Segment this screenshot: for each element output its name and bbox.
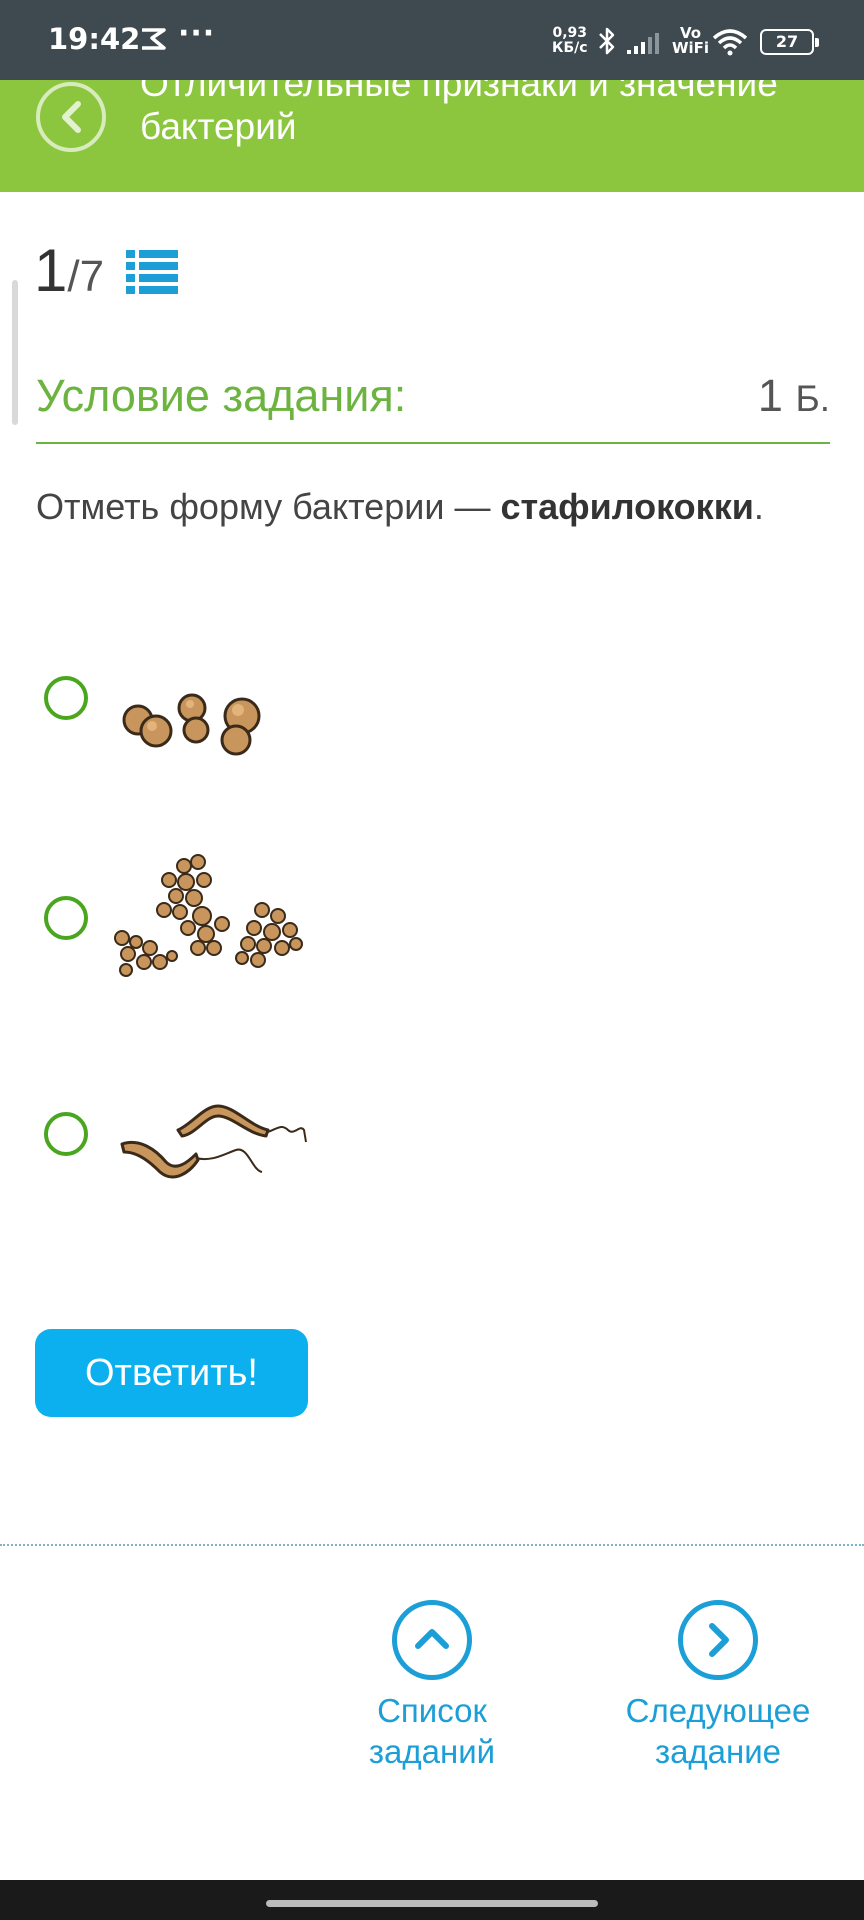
- chevron-right-icon: [709, 1623, 729, 1657]
- points-value: 1: [757, 370, 783, 421]
- chevron-up-icon: [415, 1629, 449, 1649]
- network-speed: 0,93 КБ/с: [552, 26, 588, 56]
- question-suffix: .: [753, 486, 764, 527]
- points-unit: Б.: [795, 378, 830, 419]
- status-time: 19:42: [48, 22, 141, 56]
- task-list-label: Список заданий: [332, 1690, 532, 1772]
- answer-option-3[interactable]: [36, 1090, 356, 1200]
- radio-button[interactable]: [44, 676, 88, 720]
- scroll-indicator: [12, 280, 18, 425]
- condition-header: Условие задания: 1 Б.: [36, 370, 830, 444]
- system-navigation-bar: [0, 1880, 864, 1920]
- spirilla-image: [120, 1104, 307, 1179]
- question-text: Отметь форму бактерии — стафилококки.: [36, 486, 764, 528]
- task-list-line2: заданий: [368, 1733, 496, 1770]
- answer-option-2[interactable]: [36, 850, 356, 980]
- status-more-dots: ···: [178, 16, 216, 51]
- answer-option-1[interactable]: [36, 660, 356, 760]
- wifi-icon: [712, 29, 748, 56]
- progress-current: 1: [34, 237, 68, 304]
- bluetooth-icon: [599, 27, 615, 55]
- next-task-label: Следующее задание: [618, 1690, 818, 1772]
- chevron-left-icon: [62, 101, 81, 133]
- task-progress: 1/7: [34, 236, 104, 305]
- progress-separator: /: [67, 252, 80, 301]
- vowifi-line2: WiFi: [672, 39, 710, 57]
- progress-total: 7: [79, 252, 105, 301]
- next-task-button[interactable]: Следующее задание: [618, 1600, 818, 1772]
- condition-label: Условие задания:: [36, 370, 407, 421]
- page-title: Отличительные признаки и значение бактер…: [140, 80, 778, 147]
- task-points: 1 Б.: [758, 370, 830, 422]
- question-prefix: Отметь форму бактерии —: [36, 486, 501, 527]
- task-list-button[interactable]: Список заданий: [332, 1600, 532, 1772]
- footer-divider: [0, 1544, 864, 1546]
- app-header: Отличительные признаки и значение бактер…: [0, 80, 864, 192]
- home-indicator[interactable]: [266, 1900, 598, 1907]
- status-bar: 19:42 ··· 0,93 КБ/с Vo WiFi 27: [0, 0, 864, 80]
- list-icon[interactable]: [126, 248, 178, 294]
- radio-button[interactable]: [44, 896, 88, 940]
- task-list-line1: Список: [377, 1692, 487, 1729]
- notification-icon: [142, 28, 166, 50]
- answer-button[interactable]: Ответить!: [35, 1329, 308, 1417]
- staphylococci-image: [114, 854, 303, 977]
- next-task-line1: Следующее: [625, 1692, 811, 1729]
- battery-icon: 27: [760, 29, 819, 55]
- chevron-right-circle-icon: [678, 1600, 758, 1680]
- back-button[interactable]: [36, 82, 106, 152]
- chevron-up-circle-icon: [392, 1600, 472, 1680]
- question-bold: стафилококки: [500, 486, 754, 527]
- radio-button[interactable]: [44, 1112, 88, 1156]
- next-task-line2: задание: [654, 1733, 782, 1770]
- network-speed-value: 0,93: [552, 25, 588, 41]
- signal-icon: [627, 33, 659, 54]
- network-speed-unit: КБ/с: [552, 40, 588, 56]
- diplococci-image: [122, 693, 261, 756]
- vowifi-indicator: Vo WiFi: [672, 26, 709, 56]
